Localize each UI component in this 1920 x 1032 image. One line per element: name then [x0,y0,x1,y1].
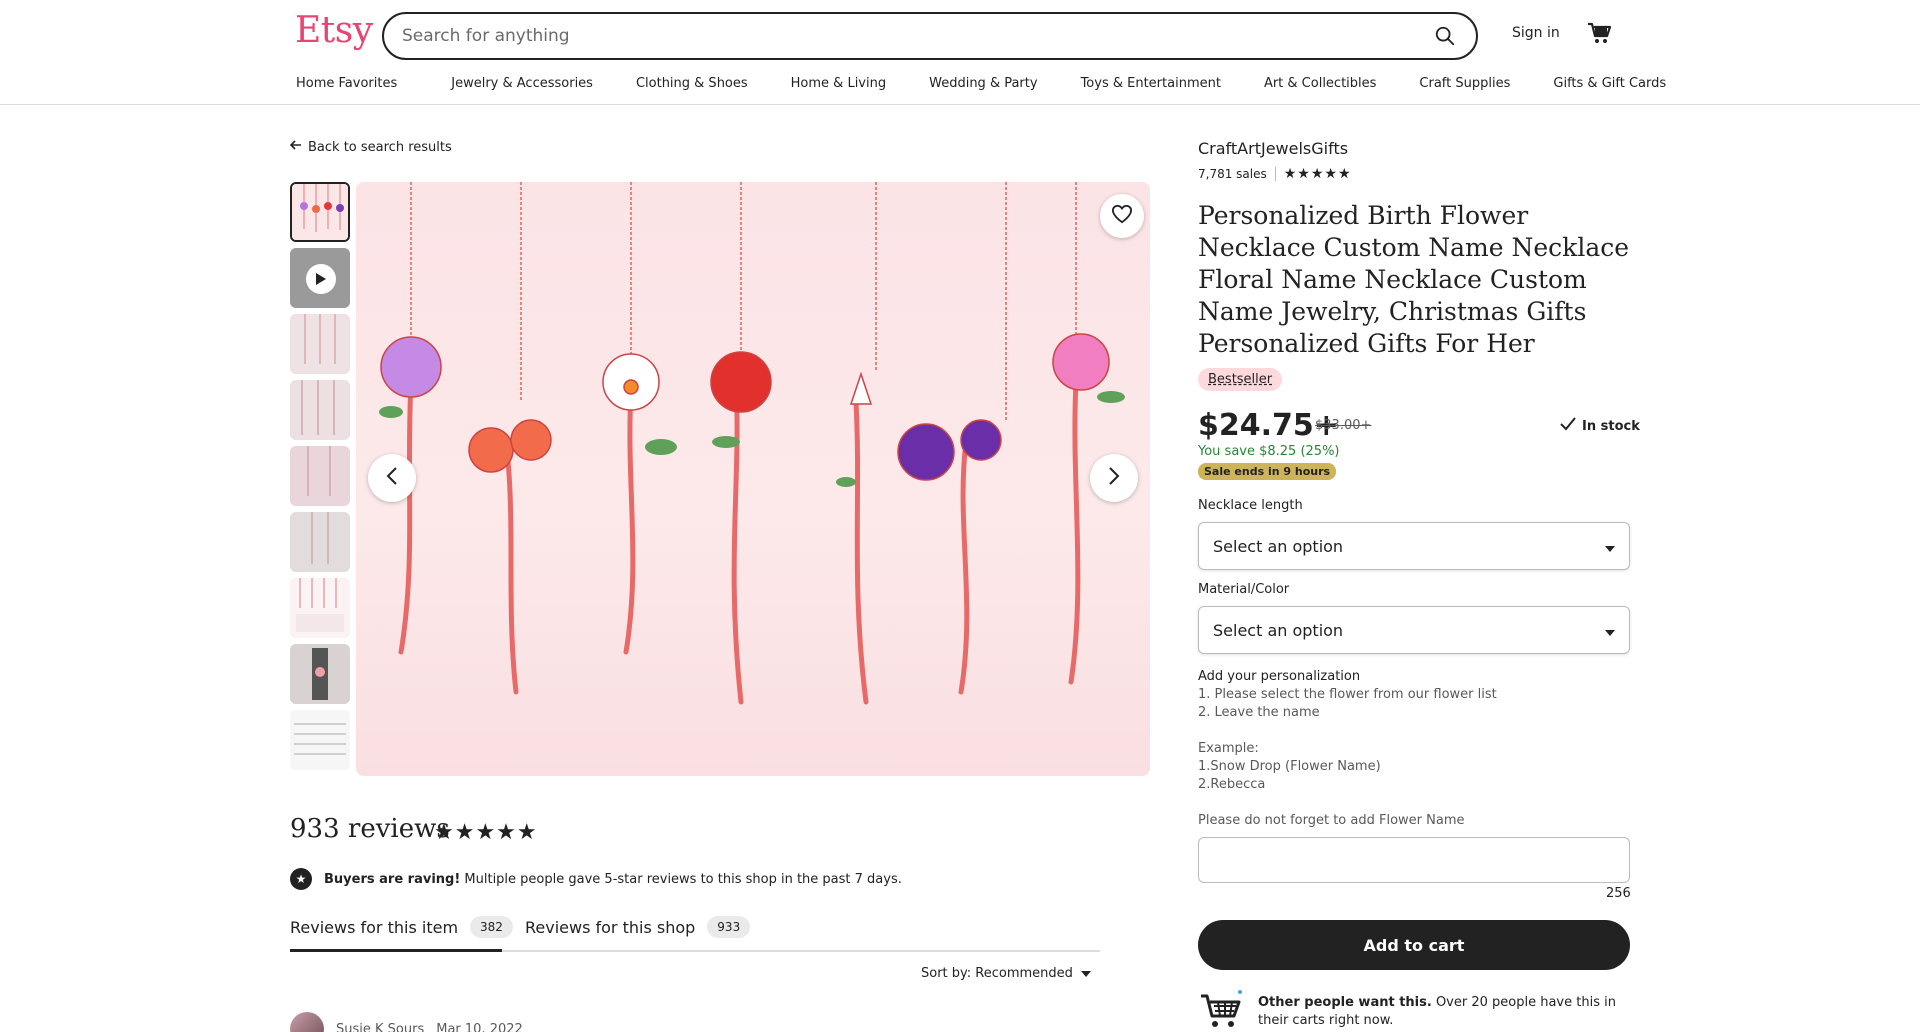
tab-label: Reviews for this item [290,917,459,937]
cat-art[interactable]: Art & Collectibles [1264,76,1376,91]
add-to-cart-button[interactable]: Add to cart [1198,920,1630,970]
instruction-line: 2. Leave the name [1198,705,1320,720]
sales-count: 7,781 sales [1198,167,1267,181]
necklace-length-select[interactable]: Select an option [1198,522,1630,570]
active-tab-indicator [290,949,502,952]
back-label: Back to search results [308,139,452,155]
etsy-logo[interactable]: Etsy [295,10,373,51]
cat-craft[interactable]: Craft Supplies [1419,76,1510,91]
buyers-raving-banner: ★ Buyers are raving! Multiple people gav… [290,868,902,890]
cat-wedding[interactable]: Wedding & Party [929,76,1037,91]
gallery-thumb[interactable] [290,446,350,506]
product-main-image [356,182,1150,776]
bestseller-badge[interactable]: Bestseller [1198,368,1283,391]
gallery-thumb[interactable] [290,512,350,572]
chevron-right-icon [1107,466,1121,490]
gallery-thumb[interactable] [290,644,350,704]
personalization-note: Please do not forget to add Flower Name [1198,813,1465,828]
avatar[interactable] [290,1012,324,1032]
raving-text: Multiple people gave 5-star reviews to t… [464,871,902,887]
example-line: 2.Rebecca [1198,777,1266,792]
review-date: Mar 10, 2022 [436,1021,523,1032]
favorite-button[interactable] [1100,194,1144,238]
site-header: Etsy Sign in Home Favorites Jewelry & Ac… [0,0,1920,105]
reviews-stars: ★★★★★ [434,820,538,845]
material-color-label: Material/Color [1198,582,1290,597]
select-value: Select an option [1213,620,1344,640]
cart-popular-icon [1198,988,1244,1032]
search-icon[interactable] [1432,23,1458,49]
gallery-video-thumb[interactable] [290,248,350,308]
tab-label: Reviews for this shop [525,917,696,937]
gallery-thumb[interactable] [290,380,350,440]
search-input[interactable] [402,26,1432,46]
shop-sales-row: 7,781 sales ★★★★★ [1198,166,1352,182]
gallery-thumb[interactable] [290,182,350,242]
caret-down-icon [1080,966,1091,981]
gallery-thumb[interactable] [290,314,350,374]
star-badge-icon: ★ [290,868,312,890]
heart-icon [1111,204,1133,228]
next-image-button[interactable] [1090,454,1138,502]
necklace-illustration [379,182,1125,705]
chevron-left-icon [385,466,399,490]
back-to-results-link[interactable]: Back to search results [289,139,452,155]
original-price: $33.00+ [1315,418,1372,433]
tab-count: 382 [470,916,513,938]
other-bold: Other people want this. [1258,995,1432,1010]
search-bar [382,12,1478,60]
cat-toys[interactable]: Toys & Entertainment [1081,76,1221,91]
cat-home-living[interactable]: Home & Living [791,76,886,91]
caret-down-icon [1605,621,1615,640]
sign-in-link[interactable]: Sign in [1512,25,1560,41]
cat-home-favorites[interactable]: Home Favorites [296,76,397,91]
shop-rating-stars[interactable]: ★★★★★ [1284,166,1352,182]
cat-gifts[interactable]: Gifts & Gift Cards [1553,76,1666,91]
cart-icon[interactable] [1586,20,1612,46]
select-value: Select an option [1213,536,1344,556]
raving-bold: Buyers are raving! [324,871,461,887]
material-color-select[interactable]: Select an option [1198,606,1630,654]
savings-text: You save $8.25 (25%) [1198,444,1340,459]
example-label: Example: [1198,741,1259,756]
review-author-row: Susie K Sours Mar 10, 2022 [290,1012,523,1032]
divider [1274,167,1276,181]
necklace-length-label: Necklace length [1198,498,1303,513]
personalization-title: Add your personalization [1198,669,1361,684]
check-icon [1560,417,1576,435]
category-nav: Home Favorites Jewelry & Accessories Clo… [296,76,1666,91]
other-people-want-this: Other people want this. Over 20 people h… [1258,994,1628,1030]
listing-title: Personalized Birth Flower Necklace Custo… [1198,201,1630,358]
cat-jewelry[interactable]: Jewelry & Accessories [451,76,593,91]
reviewer-name[interactable]: Susie K Sours [336,1022,424,1032]
gallery-thumb[interactable] [290,710,350,770]
play-icon [306,264,336,294]
cat-clothing[interactable]: Clothing & Shoes [636,76,748,91]
gallery-thumb[interactable] [290,578,350,638]
personalization-instructions: Add your personalization 1. Please selec… [1198,668,1497,830]
sort-label: Sort by: Recommended [921,966,1073,981]
shop-name-link[interactable]: CraftArtJewelsGifts [1198,139,1348,158]
prev-image-button[interactable] [368,454,416,502]
arrow-left-icon [289,139,302,155]
tab-count: 933 [707,916,751,938]
tab-reviews-item[interactable]: Reviews for this item 382 [290,916,513,938]
instruction-line: 1. Please select the flower from our flo… [1198,687,1497,702]
sale-ends-badge: Sale ends in 9 hours [1198,463,1337,480]
char-counter: 256 [1606,886,1631,901]
reviews-heading: 933 reviews [290,814,450,844]
personalization-textarea[interactable] [1198,837,1630,883]
example-line: 1.Snow Drop (Flower Name) [1198,759,1381,774]
stock-status: In stock [1560,417,1640,435]
tab-reviews-shop[interactable]: Reviews for this shop 933 [525,916,751,938]
stock-label: In stock [1582,418,1640,434]
review-tabs: Reviews for this item 382 Reviews for th… [290,912,1100,952]
sort-dropdown[interactable]: Sort by: Recommended [921,966,1091,981]
caret-down-icon [1605,537,1615,556]
